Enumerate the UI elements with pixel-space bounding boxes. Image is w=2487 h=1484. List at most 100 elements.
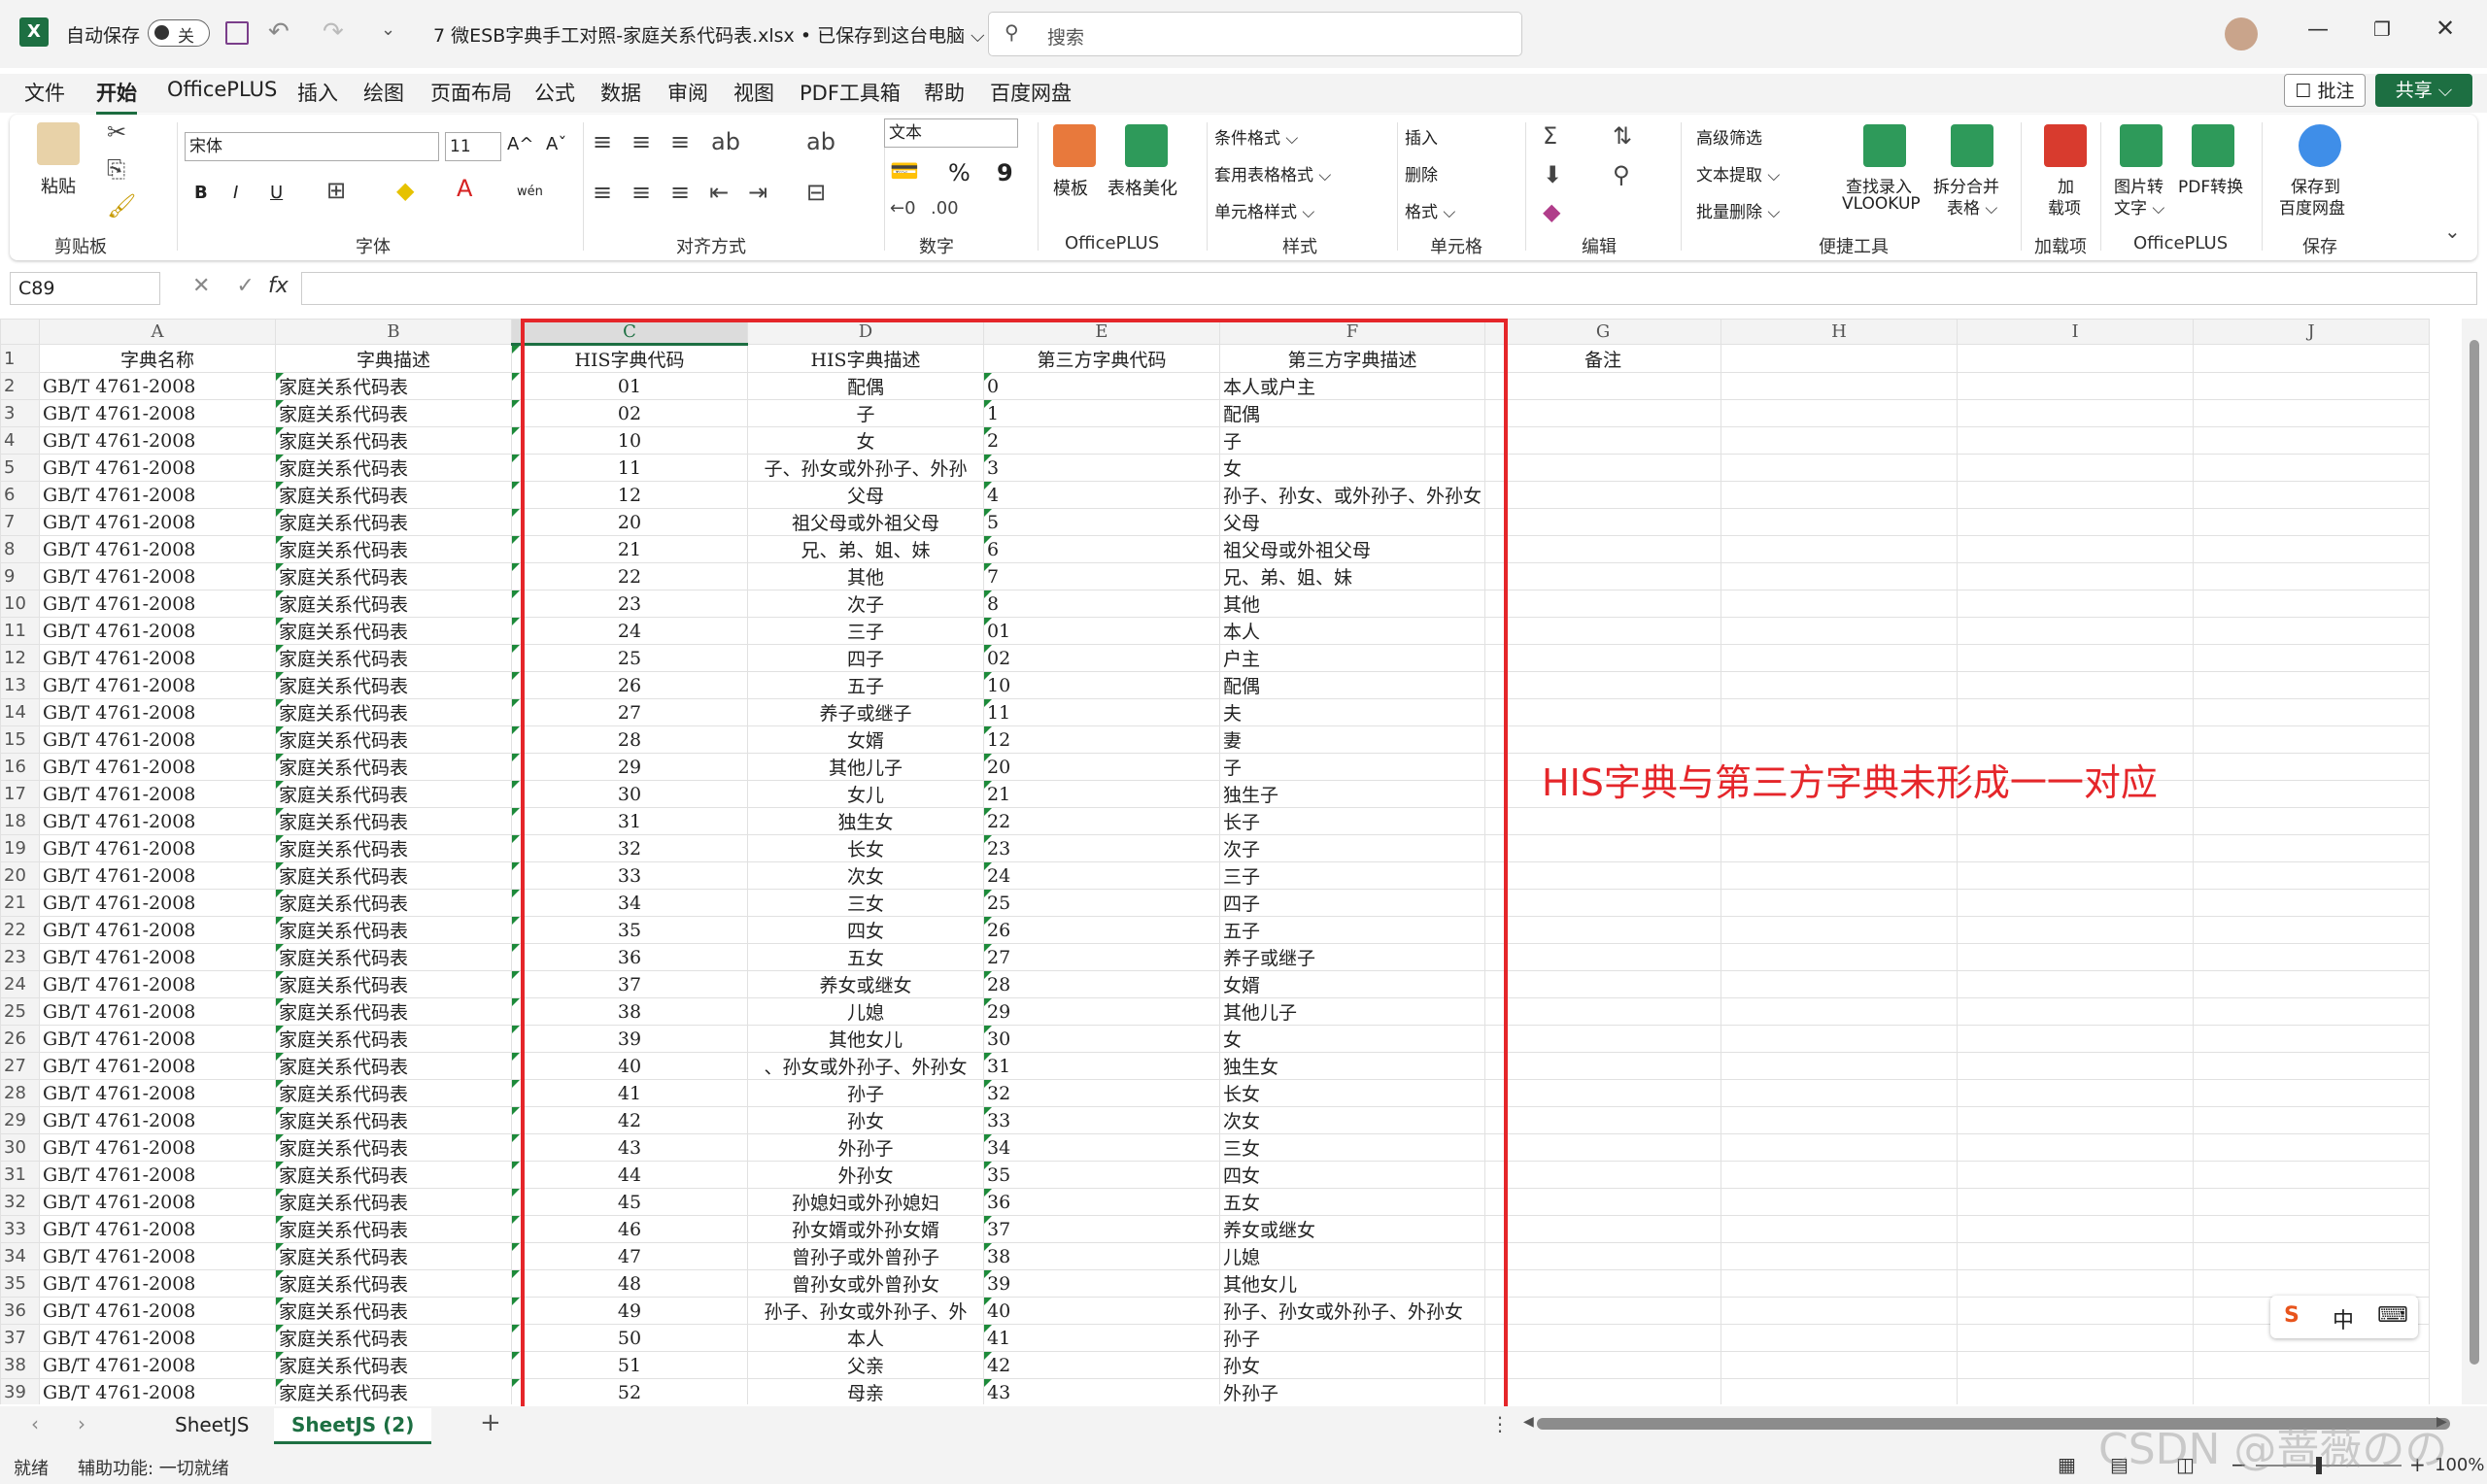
cell-his-code[interactable]: 10 bbox=[511, 426, 748, 455]
cell-empty[interactable] bbox=[1484, 1297, 1722, 1325]
document-title[interactable]: 7 微ESB字典手工对照-家庭关系代码表.xlsx • 已保存到这台电脑 ⌵ bbox=[433, 21, 985, 48]
batch-delete-button[interactable]: 批量删除 ⌵ bbox=[1696, 198, 1780, 222]
paste-label[interactable]: 粘贴 bbox=[41, 173, 76, 198]
cell-his-code[interactable]: 47 bbox=[511, 1242, 748, 1270]
row-header[interactable]: 1 bbox=[0, 344, 40, 373]
cell-empty[interactable] bbox=[1957, 481, 2195, 509]
row-header[interactable]: 12 bbox=[0, 644, 40, 672]
baidu-cloud-icon[interactable] bbox=[2299, 124, 2341, 167]
cell-empty[interactable] bbox=[2193, 1106, 2431, 1134]
tab-review[interactable]: 审阅 bbox=[667, 78, 708, 107]
align-bottom-icon[interactable]: ≡ bbox=[670, 128, 690, 155]
row-header[interactable]: 15 bbox=[0, 725, 40, 754]
cell-third-desc[interactable]: 孙子、孙女或外孙子、外孙女 bbox=[1218, 1297, 1486, 1325]
cell-third-code[interactable]: 22 bbox=[983, 807, 1220, 835]
cell-empty[interactable] bbox=[1484, 1133, 1722, 1162]
row-header[interactable]: 36 bbox=[0, 1297, 40, 1325]
cell-dict-name[interactable]: GB/T 4761-2008 bbox=[39, 861, 276, 890]
row-header[interactable]: 35 bbox=[0, 1269, 40, 1298]
cell-dict-desc[interactable]: 家庭关系代码表 bbox=[275, 698, 512, 726]
cell-dict-desc[interactable]: 家庭关系代码表 bbox=[275, 617, 512, 645]
cell-his-desc[interactable]: 四女 bbox=[747, 916, 984, 944]
scroll-left-icon[interactable]: ◀ bbox=[1523, 1414, 1534, 1430]
cell-third-desc[interactable]: 四子 bbox=[1218, 889, 1486, 917]
cell-his-code[interactable]: 43 bbox=[511, 1133, 748, 1162]
comment-button[interactable]: ☐ 批注 bbox=[2284, 74, 2366, 107]
cell-his-code[interactable]: 24 bbox=[511, 617, 748, 645]
cell-empty[interactable] bbox=[1720, 1269, 1959, 1298]
cell-his-code[interactable]: 39 bbox=[511, 1025, 748, 1053]
cell-empty[interactable] bbox=[1957, 1079, 2195, 1107]
close-icon[interactable]: ✕ bbox=[2436, 15, 2455, 42]
cell-styles-button[interactable]: 单元格样式 ⌵ bbox=[1214, 198, 1314, 222]
ime-toolbar[interactable]: S 中 ⌨ bbox=[2270, 1296, 2418, 1338]
cell-empty[interactable] bbox=[1720, 997, 1959, 1026]
addins-line2[interactable]: 载项 bbox=[2048, 194, 2081, 219]
cell-empty[interactable] bbox=[1484, 1215, 1722, 1243]
cell-empty[interactable] bbox=[1957, 698, 2195, 726]
align-middle-icon[interactable]: ≡ bbox=[631, 128, 651, 155]
cell-dict-name[interactable]: GB/T 4761-2008 bbox=[39, 1188, 276, 1216]
cell-empty[interactable] bbox=[1957, 344, 2195, 373]
cell-empty[interactable] bbox=[2193, 1052, 2431, 1080]
cell-third-code[interactable]: 0 bbox=[983, 372, 1220, 400]
cell-empty[interactable] bbox=[1720, 889, 1959, 917]
cell-empty[interactable] bbox=[1720, 943, 1959, 971]
cell-empty[interactable] bbox=[1957, 1052, 2195, 1080]
cell-empty[interactable] bbox=[1957, 1297, 2195, 1325]
cell-empty[interactable] bbox=[2193, 454, 2431, 482]
cell-empty[interactable] bbox=[1720, 1106, 1959, 1134]
cell-dict-desc[interactable]: 家庭关系代码表 bbox=[275, 1324, 512, 1352]
cell-dict-name[interactable]: GB/T 4761-2008 bbox=[39, 807, 276, 835]
cell-dict-name[interactable]: GB/T 4761-2008 bbox=[39, 834, 276, 862]
cell-third-desc[interactable]: 祖父母或外祖父母 bbox=[1218, 535, 1486, 563]
cell-empty[interactable] bbox=[1484, 1378, 1722, 1404]
cell-his-desc[interactable]: 孙媳妇或外孙媳妇 bbox=[747, 1188, 984, 1216]
cell-dict-desc[interactable]: 家庭关系代码表 bbox=[275, 780, 512, 808]
delete-cells-button[interactable]: 删除 bbox=[1405, 161, 1438, 186]
cell-dict-desc[interactable]: 家庭关系代码表 bbox=[275, 671, 512, 699]
cell-his-desc[interactable]: 外孙女 bbox=[747, 1161, 984, 1189]
column-header-h[interactable]: H bbox=[1720, 319, 1959, 345]
cell-empty[interactable] bbox=[2193, 508, 2431, 536]
cell-empty[interactable] bbox=[1484, 916, 1722, 944]
worksheet-grid[interactable]: A B C D E F G H I J 1 字典名称 字典描述 HIS字典代码 … bbox=[0, 319, 2487, 1404]
cell-third-desc[interactable]: 孙子、孙女、或外孙子、外孙女 bbox=[1218, 481, 1486, 509]
cell-his-desc[interactable]: 养子或继子 bbox=[747, 698, 984, 726]
cell-empty[interactable] bbox=[1720, 1242, 1959, 1270]
cell-his-desc[interactable]: 子、孙女或外孙子、外孙 bbox=[747, 454, 984, 482]
cell-header-a[interactable]: 字典名称 bbox=[39, 344, 276, 373]
cell-dict-desc[interactable]: 家庭关系代码表 bbox=[275, 1242, 512, 1270]
cell-his-desc[interactable]: 孙女婿或外孙女婿 bbox=[747, 1215, 984, 1243]
baidu-netdisk-label[interactable]: 百度网盘 bbox=[2279, 194, 2345, 219]
sheet-tab-sheetjs-2[interactable]: SheetJS (2) bbox=[274, 1408, 432, 1444]
table-beautify-label[interactable]: 表格美化 bbox=[1107, 175, 1177, 200]
sheet-tab-sheetjs[interactable]: SheetJS bbox=[157, 1408, 266, 1441]
cell-dict-desc[interactable]: 家庭关系代码表 bbox=[275, 1188, 512, 1216]
image-to-text-label2[interactable]: 文字 ⌵ bbox=[2114, 194, 2164, 219]
cell-empty[interactable] bbox=[1720, 1079, 1959, 1107]
cell-third-desc[interactable]: 次女 bbox=[1218, 1106, 1486, 1134]
template-icon[interactable] bbox=[1053, 124, 1096, 167]
align-center-icon[interactable]: ≡ bbox=[631, 179, 651, 206]
cell-empty[interactable] bbox=[1720, 1188, 1959, 1216]
cell-his-code[interactable]: 22 bbox=[511, 562, 748, 590]
cell-third-desc[interactable]: 养子或继子 bbox=[1218, 943, 1486, 971]
column-header-f[interactable]: F bbox=[1218, 319, 1486, 345]
cell-dict-desc[interactable]: 家庭关系代码表 bbox=[275, 1025, 512, 1053]
row-header[interactable]: 10 bbox=[0, 590, 40, 618]
cell-third-code[interactable]: 34 bbox=[983, 1133, 1220, 1162]
font-color-icon[interactable]: A bbox=[457, 175, 472, 202]
cell-empty[interactable] bbox=[2193, 1133, 2431, 1162]
avatar[interactable] bbox=[2225, 17, 2258, 51]
column-header-c[interactable]: C bbox=[511, 319, 748, 346]
cell-empty[interactable] bbox=[1720, 535, 1959, 563]
cell-dict-desc[interactable]: 家庭关系代码表 bbox=[275, 481, 512, 509]
row-header[interactable]: 2 bbox=[0, 372, 40, 400]
cell-third-code[interactable]: 36 bbox=[983, 1188, 1220, 1216]
cell-third-desc[interactable]: 四女 bbox=[1218, 1161, 1486, 1189]
cell-dict-name[interactable]: GB/T 4761-2008 bbox=[39, 1297, 276, 1325]
cell-dict-name[interactable]: GB/T 4761-2008 bbox=[39, 970, 276, 998]
cell-third-code[interactable]: 1 bbox=[983, 399, 1220, 427]
cell-empty[interactable] bbox=[1720, 344, 1959, 373]
